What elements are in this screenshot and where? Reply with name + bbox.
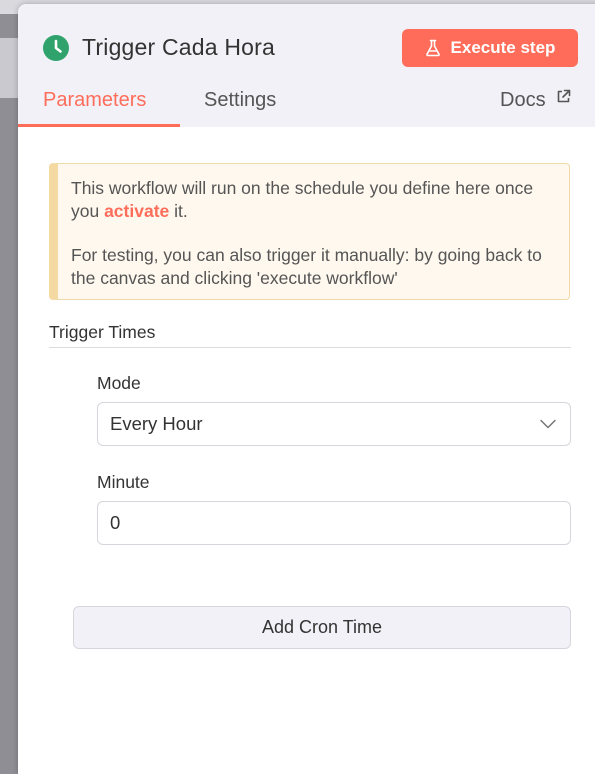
activate-link[interactable]: activate xyxy=(104,201,169,221)
notice-activation-text: This workflow will run on the schedule y… xyxy=(71,178,534,221)
docs-link[interactable]: Docs xyxy=(500,89,571,112)
title-row: Trigger Cada Hora xyxy=(43,34,275,61)
active-tab-indicator xyxy=(18,124,180,127)
execute-step-label: Execute step xyxy=(450,38,556,57)
notice-testing-text: For testing, you can also trigger it man… xyxy=(71,245,542,288)
trigger-times-heading: Trigger Times xyxy=(49,322,156,342)
panel-tabs: Parameters Settings Docs xyxy=(18,89,595,127)
docs-label: Docs xyxy=(500,89,546,111)
tab-settings[interactable]: Settings xyxy=(204,89,276,112)
mode-select[interactable]: Every Hour xyxy=(97,402,571,446)
minute-value: 0 xyxy=(110,512,121,533)
node-settings-panel: Trigger Cada Hora Execute step Parameter… xyxy=(18,4,595,774)
chevron-down-icon xyxy=(540,419,556,429)
clock-icon xyxy=(43,34,69,61)
flask-icon xyxy=(425,39,440,57)
mode-label: Mode xyxy=(97,373,141,393)
execute-step-button[interactable]: Execute step xyxy=(402,29,578,67)
panel-header: Trigger Cada Hora Execute step Parameter… xyxy=(18,4,595,127)
schedule-notice: This workflow will run on the schedule y… xyxy=(49,163,570,300)
minute-label: Minute xyxy=(97,472,150,492)
minute-input[interactable]: 0 xyxy=(97,501,571,545)
section-divider xyxy=(49,347,571,348)
external-link-icon xyxy=(557,89,570,103)
mode-value: Every Hour xyxy=(110,413,203,434)
add-cron-time-button[interactable]: Add Cron Time xyxy=(73,606,571,649)
add-cron-time-label: Add Cron Time xyxy=(261,617,383,637)
node-title[interactable]: Trigger Cada Hora xyxy=(82,34,275,61)
tab-parameters[interactable]: Parameters xyxy=(43,89,146,112)
